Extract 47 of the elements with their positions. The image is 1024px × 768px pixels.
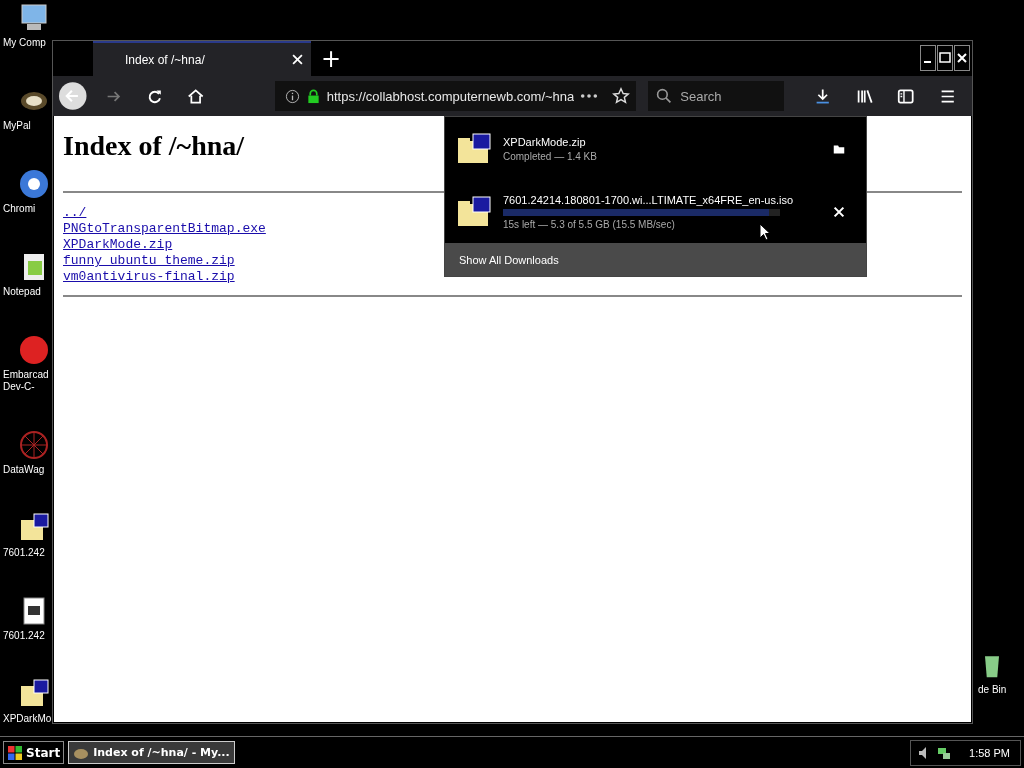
maximize-icon[interactable] [937,45,953,71]
more-icon[interactable] [580,93,599,99]
globe-icon[interactable] [18,168,50,200]
download-filename: 7601.24214.180801-1700.wi...LTIMATE_x64FRE_en-us.iso [503,193,795,206]
start-button[interactable]: Start [3,741,65,764]
desktop-icon-label: 7601.242 [3,630,45,642]
star-icon[interactable] [612,87,631,105]
file-link[interactable]: funny ubuntu theme.zip [63,253,235,269]
close-icon[interactable] [954,45,970,71]
desktop-icon-label: MyPal [3,120,31,132]
desktop-icon-label: de Bin [978,684,1007,696]
desktop-icon-label: XPDarkMo [3,713,51,725]
desktop-icon-label: Chromi [3,203,36,215]
file-link[interactable]: ../ [63,205,87,221]
taskbar-button[interactable]: Index of /~hna/ - My... [68,741,235,764]
search-field[interactable]: Search [648,81,785,111]
back-button[interactable] [59,81,87,111]
desktop-icon-label: Embarcad Dev-C- [3,369,50,393]
download-status: Completed — 1.4 KB [503,150,598,162]
mouse-cursor-icon [759,223,771,241]
download-item[interactable]: XPDarkMode.zip Completed — 1.4 KB [445,117,866,180]
browser-tab[interactable]: Index of /~hna/ [93,41,311,76]
page-heading: Index of /~hna/ [63,129,245,163]
address-bar[interactable]: https://collabhost.computernewb.com/~hna [274,81,637,111]
cancel-icon[interactable] [832,204,846,219]
folder-icon [457,195,491,228]
desktop-icon-label: DataWag [3,464,45,476]
lock-icon [305,88,321,104]
close-tab-icon[interactable] [292,54,303,65]
file-link[interactable]: PNGtoTransparentBitmap.exe [63,221,266,237]
info-icon[interactable] [284,88,300,104]
download-item[interactable]: 7601.24214.180801-1700.wi...LTIMATE_x64FRE_en-us.iso 15s left — 5.3 of 5.5 GB (15.5 MB/sec) [445,180,866,243]
search-icon [656,88,673,104]
desktop-icon-label: My Comp [3,37,46,49]
desktop-icon-label: Notepad [3,286,41,298]
desktop-icon-label: 7601.242 [3,547,45,559]
home-icon[interactable] [187,86,205,106]
download-filename: XPDarkMode.zip [503,135,587,148]
folder-icon [457,132,491,165]
clock: 1:58 PM [969,746,1010,759]
windows-logo-icon [7,744,23,761]
download-status: 15s left — 5.3 of 5.5 GB (15.5 MB/sec) [503,218,676,230]
new-tab-button[interactable]: + [311,41,351,76]
show-all-downloads-button[interactable]: Show All Downloads [445,243,866,276]
file-link[interactable]: XPDarkMode.zip [63,237,173,253]
file-link[interactable]: vm0antivirus-final.zip [63,269,235,285]
minimize-icon[interactable] [920,45,936,71]
